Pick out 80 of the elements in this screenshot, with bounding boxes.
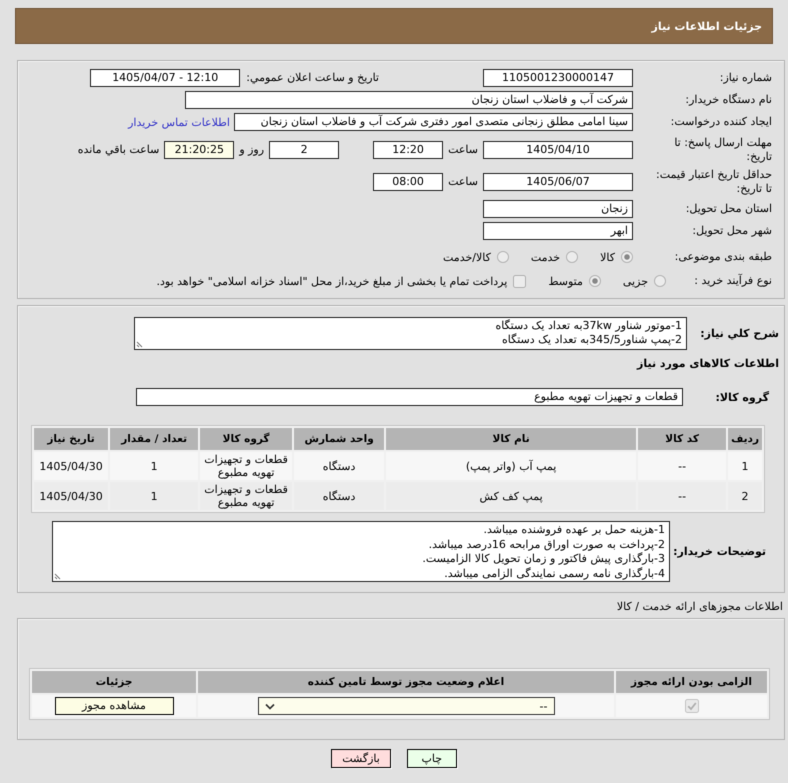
remaining-time-field[interactable]: 21:20:25 bbox=[164, 140, 234, 158]
buyer-contact-link[interactable]: اطلاعات تماس خریدار bbox=[128, 116, 230, 128]
province-field[interactable]: زنجان bbox=[483, 200, 633, 218]
announcement-date-field[interactable]: 1405/04/07 - 12:10 bbox=[90, 69, 240, 87]
radio-button[interactable] bbox=[654, 275, 666, 287]
field-label: گروه کالا: bbox=[714, 390, 770, 404]
table-cell: -- bbox=[638, 452, 726, 480]
column-header: تعداد / مقدار bbox=[110, 428, 198, 450]
field-label: استان محل تحویل: bbox=[684, 202, 772, 216]
column-header: الزامی بودن ارائه مجوز bbox=[616, 671, 767, 693]
table-cell: قطعات و تجهیزات تهویه مطبوع bbox=[200, 452, 292, 480]
table-cell: قطعات و تجهیزات تهویه مطبوع bbox=[200, 482, 292, 510]
checkbox[interactable] bbox=[513, 274, 526, 288]
column-header: گروه کالا bbox=[200, 428, 292, 450]
table-cell: 1 bbox=[110, 452, 198, 480]
field-label: ایجاد کننده درخواست: bbox=[670, 115, 772, 129]
buyer-org-field[interactable]: شرکت آب و فاضلاب استان زنجان bbox=[185, 91, 633, 109]
checkbox-label: پرداخت تمام یا بخشی از مبلغ خرید،از محل "اسناد خزانه اسلامی" خواهد بود. bbox=[156, 274, 508, 288]
resize-grip-icon[interactable] bbox=[136, 340, 144, 348]
table-cell: دستگاه bbox=[294, 452, 384, 480]
field-label: شهر محل تحویل: bbox=[691, 224, 772, 238]
radio-button[interactable] bbox=[588, 275, 601, 287]
field-label: ساعت bbox=[448, 174, 478, 188]
table-cell: -- bbox=[638, 482, 726, 510]
section-title: اطلاعات کالاهای مورد نیاز bbox=[636, 357, 779, 370]
view-permit-button[interactable]: مشاهده مجوز bbox=[54, 697, 174, 715]
table-cell: 2 bbox=[728, 482, 762, 510]
field-label: حداقل تاریخ اعتبار قیمت: تا تاریخ: bbox=[655, 168, 772, 196]
table-cell: دستگاه bbox=[294, 482, 384, 510]
buyer-notes-textarea[interactable]: 1-هزینه حمل بر عهده فروشنده میباشد. 2-پرداخت به صورت اوراق مرابحه 16درصد میباشد. 3-بارگذاری پیش فاکتور و زمان تحویل کالا الزامیست. 4-بارگذاری نامه رسمی نمایندگی الزامی میباشد. bbox=[52, 521, 670, 582]
field-label: توضیحات خریدار: bbox=[672, 545, 767, 558]
field-label: طبقه بندی موضوعی: bbox=[674, 250, 772, 264]
radio-label: کالا bbox=[600, 250, 615, 264]
field-label: روز و bbox=[239, 142, 264, 156]
table-cell: پمپ کف کش bbox=[386, 482, 636, 510]
field-label: شرح کلي نياز: bbox=[699, 327, 779, 340]
field-label: نوع فرآیند خرید : bbox=[693, 274, 772, 288]
need-number-field[interactable]: 1105001230000147 bbox=[483, 69, 633, 87]
goods-group-field[interactable]: قطعات و تجهیزات تهویه مطبوع bbox=[136, 388, 683, 406]
column-header: نام کالا bbox=[386, 428, 636, 450]
days-field[interactable]: 2 bbox=[269, 140, 340, 158]
radio-label: متوسط bbox=[548, 274, 583, 288]
table-cell: 1 bbox=[728, 452, 762, 480]
checkbox[interactable] bbox=[684, 699, 698, 713]
date-field[interactable]: 1405/04/10 bbox=[483, 140, 633, 158]
description-textarea[interactable]: 1-موتور شناور 37kwبه تعداد یک دستگاه 2-پمپ شناور345/5به تعداد یک دستگاه bbox=[134, 317, 687, 350]
time-field[interactable]: 12:20 bbox=[373, 140, 444, 158]
page-title: جزئیات اطلاعات نیاز bbox=[652, 20, 762, 32]
field-label: شماره نیاز: bbox=[718, 71, 772, 85]
radio-label: جزیی bbox=[622, 274, 648, 288]
city-field[interactable]: ابهر bbox=[483, 222, 633, 240]
table-cell: 1405/04/30 bbox=[34, 452, 108, 480]
date-field[interactable]: 1405/06/07 bbox=[483, 172, 633, 190]
back-button[interactable]: بازگشت bbox=[331, 749, 391, 768]
field-label: ساعت bbox=[448, 142, 478, 156]
column-header: جزئیات bbox=[32, 671, 196, 693]
section-title: اطلاعات مجوزهای ارائه خدمت / کالا bbox=[616, 600, 784, 614]
print-button[interactable]: چاپ bbox=[406, 749, 457, 768]
resize-grip-icon[interactable] bbox=[54, 572, 62, 580]
field-label: نام دستگاه خریدار: bbox=[684, 93, 772, 107]
table-cell: 1405/04/30 bbox=[34, 482, 108, 510]
table-cell: 1 bbox=[110, 482, 198, 510]
radio-button[interactable] bbox=[566, 251, 578, 263]
requester-field[interactable]: سینا امامی مطلق زنجانی متصدی امور دفتری شرکت آب و فاضلاب استان زنجان bbox=[234, 113, 633, 131]
chevron-down-icon bbox=[264, 702, 274, 710]
field-label: مهلت ارسال پاسخ: تا تاریخ: bbox=[673, 136, 772, 164]
status-select[interactable]: -- bbox=[258, 697, 554, 715]
table-cell: پمپ آب (واتر پمپ) bbox=[386, 452, 636, 480]
column-header: ردیف bbox=[728, 428, 762, 450]
column-header: واحد شمارش bbox=[294, 428, 384, 450]
time-field[interactable]: 08:00 bbox=[373, 172, 444, 190]
field-label: تاریخ و ساعت اعلان عمومي: bbox=[246, 71, 379, 85]
column-header: اعلام وضعیت مجوز توسط تامین کننده bbox=[198, 671, 614, 693]
radio-label: کالا/خدمت bbox=[443, 250, 491, 264]
field-label: ساعت باقي مانده bbox=[78, 142, 160, 156]
radio-button[interactable] bbox=[496, 251, 509, 263]
column-header: کد کالا bbox=[638, 428, 726, 450]
radio-button[interactable] bbox=[621, 251, 633, 263]
column-header: تاریخ نیاز bbox=[34, 428, 108, 450]
radio-label: خدمت bbox=[530, 250, 560, 264]
